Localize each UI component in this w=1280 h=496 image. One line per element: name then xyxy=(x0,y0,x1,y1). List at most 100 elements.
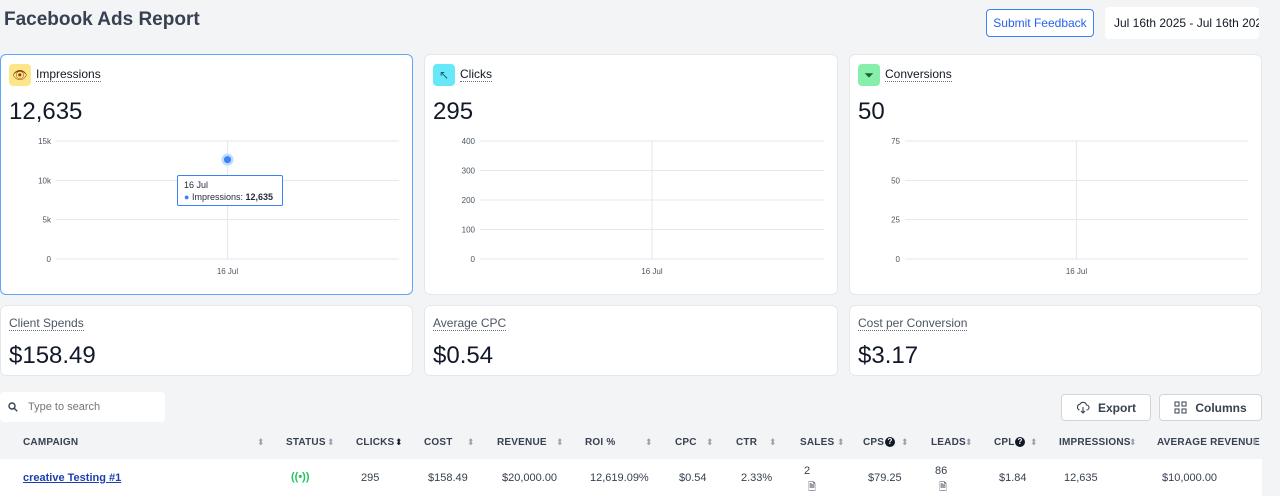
y-tick-label: 10k xyxy=(38,176,52,185)
chart-tooltip: 16 Jul ● Impressions: 12,635 xyxy=(177,175,283,206)
cell-cpc: $0.54 xyxy=(679,472,707,484)
th-cpl[interactable]: CPL xyxy=(994,437,1015,448)
funnel-icon: ⏷ xyxy=(858,64,880,86)
cost-per-conversion-label: Cost per Conversion xyxy=(858,316,968,331)
y-tick-label: 15k xyxy=(38,137,52,146)
cell-average-revenue: $10,000.00 xyxy=(1162,472,1218,484)
tooltip-value: 12,635 xyxy=(245,192,274,202)
client-spends-value: $158.49 xyxy=(9,342,96,369)
eye-icon: 👁 xyxy=(9,64,31,86)
cell-cps: $79.25 xyxy=(868,472,902,484)
cell-clicks: 295 xyxy=(361,472,380,484)
tooltip-date: 16 Jul xyxy=(184,180,209,190)
x-tick-label: 16 Jul xyxy=(217,267,239,276)
impressions-label: Impressions xyxy=(36,67,101,82)
cell-roi: 12,619.09% xyxy=(590,472,649,484)
search-input[interactable] xyxy=(28,401,148,413)
submit-feedback-button[interactable]: Submit Feedback xyxy=(986,9,1094,37)
cursor-click-icon: ↖ xyxy=(433,64,455,86)
clicks-value: 295 xyxy=(433,98,474,125)
help-icon[interactable]: ? xyxy=(1015,437,1025,447)
cell-cost: $158.49 xyxy=(428,472,468,484)
sort-icon[interactable]: ⬍ xyxy=(467,437,475,448)
document-icon[interactable]: 🗎 xyxy=(808,480,816,496)
cell-leads: 86 xyxy=(935,465,948,477)
th-average-revenue[interactable]: AVERAGE REVENUE xyxy=(1157,437,1260,448)
columns-button[interactable]: Columns xyxy=(1159,394,1262,421)
sort-icon[interactable]: ⬍ xyxy=(1030,437,1038,448)
th-sales[interactable]: SALES xyxy=(800,437,834,448)
y-tick-label: 75 xyxy=(891,137,900,146)
sort-icon[interactable]: ⬍ xyxy=(645,437,653,448)
search-icon xyxy=(8,402,18,412)
y-tick-label: 0 xyxy=(471,255,476,264)
client-spends-label: Client Spends xyxy=(9,316,84,331)
y-tick-label: 50 xyxy=(891,176,900,185)
conversions-label: Conversions xyxy=(885,67,952,82)
export-button[interactable]: Export xyxy=(1061,394,1151,421)
th-roi[interactable]: ROI % xyxy=(585,437,615,448)
y-tick-label: 25 xyxy=(891,216,900,225)
cost-per-conversion-value: $3.17 xyxy=(858,342,919,369)
th-campaign[interactable]: CAMPAIGN xyxy=(23,437,78,448)
conversions-card[interactable]: ⏷ Conversions 50 0 25 50 75 16 Jul xyxy=(849,54,1262,295)
cloud-download-icon xyxy=(1076,401,1090,414)
average-cpc-value: $0.54 xyxy=(433,342,494,369)
th-impressions[interactable]: IMPRESSIONS xyxy=(1059,437,1131,448)
sort-icon[interactable]: ⬍ xyxy=(965,437,973,448)
columns-label: Columns xyxy=(1195,400,1247,415)
sort-icon[interactable]: ⬍ xyxy=(901,437,909,448)
y-tick-label: 0 xyxy=(896,255,901,264)
sort-icon[interactable]: ⬍ xyxy=(837,437,845,448)
th-ctr[interactable]: CTR xyxy=(736,437,757,448)
tooltip-row: ● Impressions: 12,635 xyxy=(184,192,274,202)
sort-icon[interactable]: ⬍ xyxy=(1129,437,1137,448)
columns-icon xyxy=(1174,401,1187,414)
average-cpc-label: Average CPC xyxy=(433,316,507,331)
th-cost[interactable]: COST xyxy=(424,437,453,448)
th-cps[interactable]: CPS xyxy=(863,437,884,448)
cost-per-conversion-card: Cost per Conversion $3.17 xyxy=(849,305,1262,376)
cell-ctr: 2.33% xyxy=(741,472,773,484)
y-tick-label: 400 xyxy=(462,137,476,146)
y-tick-label: 100 xyxy=(462,226,476,235)
y-tick-label: 5k xyxy=(43,216,52,225)
data-point xyxy=(224,156,231,164)
clicks-chart: 0 100 200 300 400 16 Jul xyxy=(462,137,824,276)
search-box[interactable] xyxy=(0,392,165,422)
conversions-value: 50 xyxy=(858,98,885,125)
cell-revenue: $20,000.00 xyxy=(502,472,558,484)
date-range-picker[interactable]: Jul 16th 2025 - Jul 16th 2025 xyxy=(1105,7,1259,39)
th-revenue[interactable]: REVENUE xyxy=(497,437,547,448)
page-title: Facebook Ads Report xyxy=(4,9,200,30)
y-tick-label: 300 xyxy=(462,167,476,176)
impressions-chart: 0 5k 10k 15k 16 Jul xyxy=(38,137,399,276)
sort-icon[interactable]: ⬍ xyxy=(1251,437,1259,448)
average-cpc-card: Average CPC $0.54 xyxy=(424,305,838,376)
cell-sales: 2 xyxy=(804,465,811,477)
y-tick-label: 200 xyxy=(462,196,476,205)
clicks-card[interactable]: ↖ Clicks 295 0 100 200 300 400 16 Jul xyxy=(424,54,838,295)
sort-icon[interactable]: ⬍ xyxy=(706,437,714,448)
clicks-label: Clicks xyxy=(460,67,492,82)
conversions-chart: 0 25 50 75 16 Jul xyxy=(891,137,1248,276)
export-label: Export xyxy=(1097,400,1136,415)
th-cpc[interactable]: CPC xyxy=(675,437,697,448)
status-active-icon: ((•)) xyxy=(291,471,310,483)
y-tick-label: 0 xyxy=(47,255,52,264)
sort-icon[interactable]: ⬍ xyxy=(257,437,265,448)
tooltip-label: Impressions: xyxy=(191,192,243,202)
campaign-link[interactable]: creative Testing #1 xyxy=(23,472,121,484)
sort-icon[interactable]: ⬍ xyxy=(769,437,777,448)
document-icon[interactable]: 🗎 xyxy=(939,480,947,496)
x-tick-label: 16 Jul xyxy=(641,267,663,276)
sort-desc-icon[interactable]: ⬍ xyxy=(395,437,403,448)
client-spends-card: Client Spends $158.49 xyxy=(0,305,413,376)
th-leads[interactable]: LEADS xyxy=(931,437,966,448)
sort-icon[interactable]: ⬍ xyxy=(327,437,335,448)
cell-impressions: 12,635 xyxy=(1064,472,1098,484)
th-clicks[interactable]: CLICKS xyxy=(356,437,394,448)
th-status[interactable]: STATUS xyxy=(286,437,326,448)
sort-icon[interactable]: ⬍ xyxy=(556,437,564,448)
help-icon[interactable]: ? xyxy=(885,437,895,447)
